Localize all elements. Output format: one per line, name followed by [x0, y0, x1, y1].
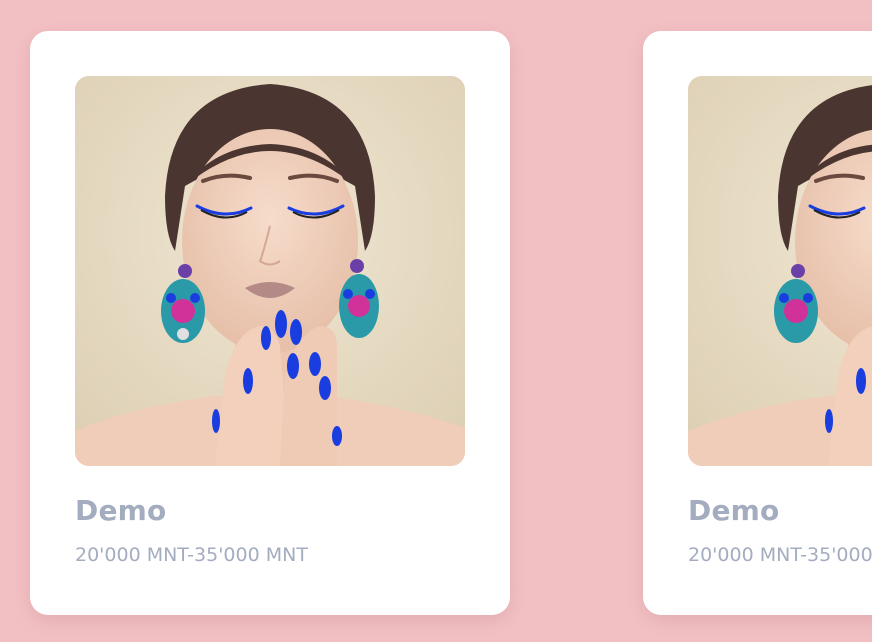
product-image[interactable]	[688, 76, 872, 466]
product-card[interactable]: Demo 20'000 MNT-35'000 MNT	[643, 31, 872, 615]
product-image[interactable]	[75, 76, 465, 466]
product-price: 20'000 MNT-35'000 MNT	[688, 544, 872, 566]
product-list: Demo 20'000 MNT-35'000 MNT Demo 20'000 M…	[0, 0, 872, 642]
model-photo-illustration	[688, 76, 872, 466]
product-card[interactable]: Demo 20'000 MNT-35'000 MNT	[30, 31, 510, 615]
product-title[interactable]: Demo	[75, 494, 166, 527]
product-title[interactable]: Demo	[688, 494, 779, 527]
model-photo-illustration	[75, 76, 465, 466]
product-price: 20'000 MNT-35'000 MNT	[75, 544, 308, 566]
